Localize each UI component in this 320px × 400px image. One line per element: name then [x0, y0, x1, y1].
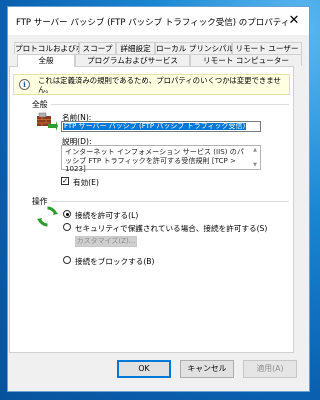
- allow-secure-option-label[interactable]: セキュリティで保護されている場合、接続を許可する(S): [75, 223, 267, 234]
- allow-action-icon: [37, 206, 58, 227]
- firewall-rule-icon: [37, 112, 58, 131]
- close-icon: ✕: [288, 13, 300, 28]
- allow-secure-radio[interactable]: [63, 223, 71, 231]
- cancel-button[interactable]: キャンセル: [180, 360, 234, 378]
- enabled-checkbox[interactable]: ✓: [61, 177, 69, 185]
- window-title: FTP サーバー パッシブ (FTP パッシブ トラフィック受信) のプロパティ: [16, 18, 290, 28]
- apply-button[interactable]: 適用(A): [243, 360, 297, 378]
- tab-remote-computers[interactable]: リモート コンピューター: [190, 54, 302, 66]
- enabled-label: 有効(E): [73, 178, 99, 187]
- tab-remote-users[interactable]: リモート ユーザー: [232, 42, 302, 54]
- tab-protocols-ports[interactable]: プロトコルおよびポート: [14, 42, 99, 54]
- tab-general[interactable]: 全般: [17, 54, 75, 67]
- name-value: FTP サーバー パッシブ (FTP パッシブ トラフィック受信): [63, 122, 247, 130]
- allow-radio[interactable]: [63, 210, 71, 218]
- tab-programs-services[interactable]: プログラムおよびサービス: [75, 54, 190, 66]
- title-bar[interactable]: FTP サーバー パッシブ (FTP パッシブ トラフィック受信) のプロパティ…: [8, 7, 309, 35]
- block-option-label[interactable]: 接続をブロックする(B): [75, 256, 154, 267]
- general-group-label: 全般: [32, 100, 48, 109]
- notice-text: これは定義済みの規則であるため、プロパティのいくつかは変更できません。: [38, 76, 281, 94]
- allow-option-label[interactable]: 接続を許可する(L): [75, 210, 138, 221]
- check-icon: ✓: [62, 177, 68, 185]
- block-radio[interactable]: [63, 256, 71, 264]
- general-group-divider: [51, 104, 289, 105]
- action-group-divider: [51, 201, 289, 202]
- scroll-up-icon[interactable]: ▲: [252, 147, 258, 153]
- description-field[interactable]: インターネット インフォメーション サービス (IIS) のパッシブ FTP ト…: [61, 145, 261, 173]
- tab-scope[interactable]: スコープ: [79, 42, 116, 54]
- description-value: インターネット インフォメーション サービス (IIS) のパッシブ FTP ト…: [65, 147, 244, 173]
- scroll-down-icon[interactable]: ▼: [252, 162, 258, 168]
- customize-button[interactable]: カスタマイズ(Z)...: [75, 236, 137, 247]
- close-button[interactable]: ✕: [279, 7, 309, 35]
- info-icon: i: [19, 79, 30, 90]
- ok-button[interactable]: OK: [117, 360, 171, 378]
- tab-local-principals[interactable]: ローカル プリンシパル: [155, 42, 234, 54]
- notice-banner: i これは定義済みの規則であるため、プロパティのいくつかは変更できません。: [13, 74, 290, 95]
- tab-advanced[interactable]: 詳細設定: [116, 42, 155, 54]
- name-field[interactable]: FTP サーバー パッシブ (FTP パッシブ トラフィック受信): [61, 121, 261, 132]
